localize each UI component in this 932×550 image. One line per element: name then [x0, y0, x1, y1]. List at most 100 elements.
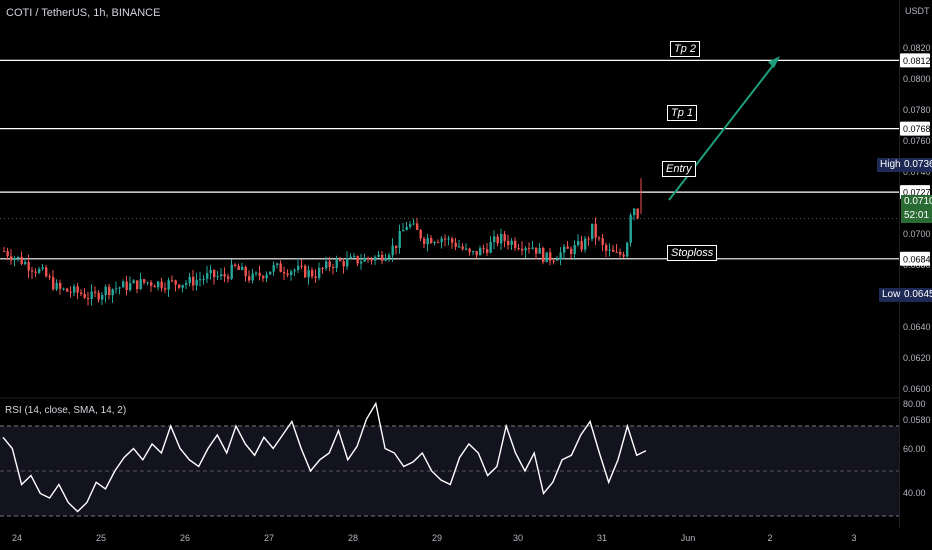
candle-body	[290, 271, 293, 276]
price-tick: 0.0780	[903, 105, 931, 115]
candle-body	[318, 267, 321, 279]
candle-body	[433, 242, 436, 244]
candle-body	[524, 248, 527, 251]
candle-body	[48, 276, 51, 278]
candle-body	[577, 241, 580, 246]
candle-body	[381, 254, 384, 261]
candle-body	[139, 279, 142, 290]
candle-body	[223, 274, 226, 277]
rsi-tick: 80.00	[903, 399, 926, 409]
candle-body	[412, 223, 415, 225]
candle-body	[234, 264, 237, 266]
candle-body	[538, 248, 541, 254]
candle-body	[416, 223, 419, 230]
candle-body	[601, 238, 604, 245]
candle-body	[108, 286, 111, 296]
candle-body	[94, 291, 97, 293]
candle-body	[55, 282, 58, 290]
candle-body	[150, 282, 153, 286]
candle-body	[423, 238, 426, 245]
price-tick: 0.0620	[903, 353, 931, 363]
price-tick: 0.0580	[903, 415, 931, 425]
candle-body	[13, 257, 16, 261]
candle-body	[76, 286, 79, 293]
level-price-text: 0.0684	[903, 254, 931, 264]
low-label: Low	[879, 288, 904, 302]
candle-body	[612, 249, 615, 252]
candle-body	[174, 280, 177, 285]
candle-body	[542, 248, 545, 263]
candle-body	[552, 260, 555, 262]
candle-body	[202, 278, 205, 280]
candle-body	[300, 265, 303, 267]
symbol-title[interactable]: COTI / TetherUS, 1h, BINANCE	[6, 7, 160, 19]
candle-body	[230, 264, 233, 279]
candle-body	[73, 286, 76, 293]
candle-body	[409, 224, 412, 227]
candle-body	[272, 265, 275, 272]
candle-body	[419, 229, 422, 239]
high-value: 0.0736	[901, 158, 932, 172]
candle-body	[178, 284, 181, 288]
candle-body	[188, 276, 191, 283]
candle-body	[20, 256, 23, 265]
candle-body	[83, 294, 86, 298]
candle-body	[584, 238, 587, 250]
candle-body	[157, 281, 160, 288]
candle-body	[444, 238, 447, 240]
level-price-text: 0.0768	[903, 124, 931, 134]
candle-body	[549, 252, 552, 261]
candle-body	[570, 248, 573, 255]
time-tick: Jun	[681, 533, 696, 543]
candle-body	[34, 271, 37, 273]
countdown: 52:01	[904, 210, 930, 221]
candle-body	[111, 289, 114, 296]
candle-body	[426, 237, 429, 245]
candle-body	[437, 242, 440, 244]
candle-body	[146, 282, 149, 284]
candle-body	[356, 255, 359, 264]
candle-body	[160, 281, 163, 289]
candle-body	[605, 244, 608, 251]
candle-body	[545, 252, 548, 263]
rsi-title[interactable]: RSI (14, close, SMA, 14, 2)	[5, 405, 126, 416]
candle-body	[185, 282, 188, 285]
time-tick: 29	[432, 533, 442, 543]
candle-body	[129, 283, 132, 291]
candle-body	[269, 271, 272, 275]
candle-body	[304, 265, 307, 278]
candle-body	[398, 231, 401, 248]
candle-body	[507, 241, 510, 246]
candle-body	[325, 261, 328, 269]
candle-body	[248, 276, 251, 281]
candle-body	[402, 230, 405, 232]
candle-body	[122, 281, 125, 288]
candle-body	[283, 272, 286, 274]
candle-body	[311, 270, 314, 277]
candle-body	[328, 261, 331, 267]
candle-body	[38, 268, 41, 273]
candle-body	[279, 263, 282, 273]
candle-body	[528, 248, 531, 250]
label-stoploss: Stoploss	[667, 245, 718, 261]
candle-body	[66, 288, 69, 292]
candle-body	[118, 287, 121, 289]
candle-body	[136, 280, 139, 290]
candle-body	[69, 291, 72, 293]
candle-body	[500, 234, 503, 244]
candle-body	[461, 246, 464, 250]
rsi-tick: 40.00	[903, 488, 926, 498]
candle-body	[594, 223, 597, 238]
candle-body	[153, 285, 156, 288]
candle-body	[332, 266, 335, 268]
candle-body	[293, 269, 296, 272]
candle-body	[52, 277, 55, 290]
label-tp2: Tp 2	[670, 41, 701, 57]
last-price: 0.0710	[904, 196, 932, 207]
chart-canvas: 0.08200.08000.07800.07600.07400.07200.07…	[0, 6, 931, 543]
candle-body	[258, 272, 261, 276]
candle-body	[615, 251, 618, 253]
candle-body	[626, 242, 629, 257]
candle-body	[101, 295, 104, 300]
candle-body	[493, 236, 496, 243]
